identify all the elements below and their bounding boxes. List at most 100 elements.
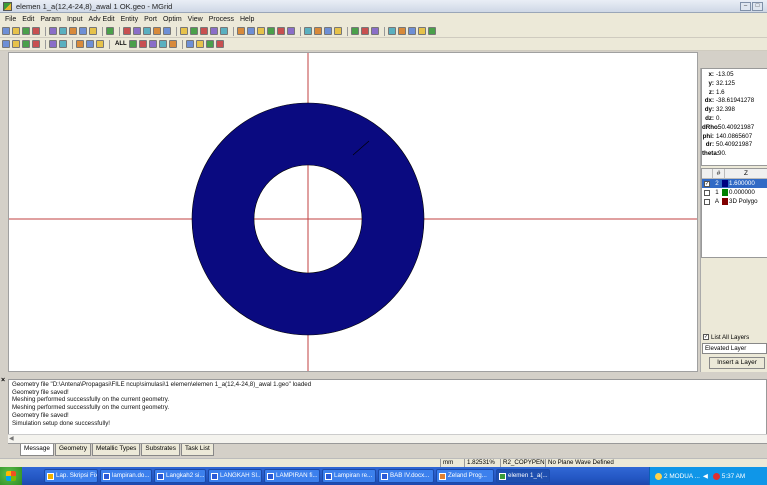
snap-point-icon[interactable] — [12, 40, 20, 48]
taskbar-button[interactable]: lampiran.do... — [100, 469, 152, 483]
circle-icon[interactable] — [86, 40, 94, 48]
array-icon[interactable] — [277, 27, 285, 35]
delete-icon[interactable] — [210, 27, 218, 35]
move-icon[interactable] — [237, 27, 245, 35]
mirror-icon[interactable] — [257, 27, 265, 35]
message-scrollbar[interactable]: ◀ — [8, 434, 767, 443]
layers-icon[interactable] — [69, 27, 77, 35]
fill-icon[interactable] — [408, 27, 416, 35]
tray-app-icon[interactable] — [655, 472, 662, 480]
snap-edge-icon[interactable] — [22, 40, 30, 48]
taskbar-button[interactable]: Langkah2 si... — [154, 469, 206, 483]
connect-icon[interactable] — [334, 27, 342, 35]
grid-icon[interactable] — [79, 27, 87, 35]
arrow-right-icon[interactable] — [195, 40, 204, 48]
close-icon[interactable]: × — [1, 377, 5, 384]
elevated-layer-select[interactable]: Elevated Layer — [702, 343, 767, 354]
ruler-icon[interactable] — [89, 27, 97, 35]
pencil-icon[interactable] — [123, 27, 131, 35]
menu-item-entity[interactable]: Entity — [118, 16, 142, 23]
menu-item-port[interactable]: Port — [141, 16, 160, 23]
eye-icon[interactable] — [163, 27, 171, 35]
zoom-all-label[interactable]: ALL — [115, 41, 127, 47]
start-button[interactable] — [0, 467, 22, 485]
tab-substrates[interactable]: Substrates — [141, 444, 180, 456]
minimize-icon[interactable]: – — [740, 2, 751, 11]
taskbar-button[interactable]: Lampiran re... — [322, 469, 376, 483]
chart-icon[interactable] — [220, 27, 228, 35]
dimension-icon[interactable] — [324, 27, 332, 35]
tray-label[interactable]: 2 MODUA ... — [664, 473, 700, 480]
mesh-icon[interactable] — [304, 27, 312, 35]
tools-icon[interactable] — [388, 27, 396, 35]
menu-item-process[interactable]: Process — [206, 16, 237, 23]
maximize-icon[interactable]: □ — [752, 2, 763, 11]
arrow-icon[interactable] — [398, 27, 406, 35]
taskbar-button[interactable]: LAMPIRAN fi... — [264, 469, 320, 483]
taskbar-button[interactable]: BAB IV.docx... — [378, 469, 434, 483]
rectangle-icon[interactable] — [96, 40, 104, 48]
geometry-canvas[interactable] — [8, 52, 698, 372]
paste-icon[interactable] — [200, 27, 208, 35]
menu-item-edit[interactable]: Edit — [19, 16, 37, 23]
redo-icon[interactable] — [361, 27, 369, 35]
zoom-fit-icon[interactable] — [168, 40, 177, 48]
cut-icon[interactable] — [180, 27, 188, 35]
layer-visible-checkbox[interactable] — [704, 198, 710, 205]
edit-vertex-icon[interactable] — [133, 27, 141, 35]
zoom-out-icon[interactable] — [158, 40, 167, 48]
measure-icon[interactable] — [371, 27, 379, 35]
esc-icon[interactable] — [106, 27, 114, 35]
snap-box-icon[interactable] — [32, 40, 40, 48]
rotate-icon[interactable] — [247, 27, 255, 35]
layer-row[interactable]: ✓ 2 1.600000 — [702, 179, 767, 188]
menu-item-view[interactable]: View — [185, 16, 206, 23]
taskbar-button[interactable]: Zeland Prog... — [436, 469, 494, 483]
menu-item-optim[interactable]: Optim — [160, 16, 185, 23]
help-icon[interactable] — [49, 27, 57, 35]
tray-security-icon[interactable] — [712, 472, 720, 480]
arrow-down-icon[interactable] — [205, 40, 214, 48]
layer-visible-checkbox[interactable] — [704, 189, 710, 196]
grid-toggle-icon[interactable] — [59, 40, 67, 48]
dimension-icon[interactable] — [314, 27, 322, 35]
print-icon[interactable] — [32, 27, 40, 35]
taskbar-button[interactable]: Lap. Skripsi Fix — [44, 469, 98, 483]
arrow-up-icon[interactable] — [215, 40, 224, 48]
layer-visible-checkbox[interactable]: ✓ — [704, 180, 710, 187]
tab-geometry[interactable]: Geometry — [54, 444, 91, 456]
title-bar[interactable]: elemen 1_a(12,4-24,8)_awal 1 OK.geo - MG… — [0, 0, 767, 13]
menu-item-adv-edit[interactable]: Adv Edit — [86, 16, 118, 23]
whats-this-icon[interactable] — [59, 27, 67, 35]
layer-color-swatch[interactable] — [722, 180, 728, 187]
scroll-left-icon[interactable]: ◀ — [9, 435, 14, 442]
menu-item-file[interactable]: File — [2, 16, 19, 23]
polygon-icon[interactable] — [418, 27, 426, 35]
layer-color-swatch[interactable] — [722, 189, 728, 196]
open-icon[interactable] — [12, 27, 20, 35]
snap-icon[interactable] — [428, 27, 436, 35]
tray-chevron-icon[interactable]: ◀ — [703, 472, 708, 480]
axes-icon[interactable] — [76, 40, 84, 48]
zoom-in-icon[interactable] — [148, 40, 157, 48]
taskbar-button[interactable]: LANGKAH SI... — [208, 469, 262, 483]
snap-grid-icon[interactable] — [2, 40, 10, 48]
save-icon[interactable] — [22, 27, 30, 35]
pan-icon[interactable] — [49, 40, 57, 48]
layer-row[interactable]: A 3D Polygo — [702, 197, 767, 206]
undo-icon[interactable] — [351, 27, 359, 35]
list-all-check-icon[interactable]: ✓ — [703, 334, 709, 340]
menu-item-help[interactable]: Help — [237, 16, 257, 23]
zoom-all-icon[interactable] — [128, 40, 137, 48]
menu-item-param[interactable]: Param — [37, 16, 64, 23]
taskbar-button[interactable]: elemen 1_a(... — [496, 469, 550, 483]
new-icon[interactable] — [2, 27, 10, 35]
tab-message[interactable]: Message — [20, 444, 54, 456]
tab-task-list[interactable]: Task List — [180, 444, 214, 456]
menu-item-input[interactable]: Input — [64, 16, 86, 23]
layer-row[interactable]: 1 0.000000 — [702, 188, 767, 197]
arrow-left-icon[interactable] — [185, 40, 194, 48]
edit-icon[interactable] — [143, 27, 151, 35]
flatten-icon[interactable] — [287, 27, 295, 35]
tab-metallic-types[interactable]: Metallic Types — [92, 444, 141, 456]
